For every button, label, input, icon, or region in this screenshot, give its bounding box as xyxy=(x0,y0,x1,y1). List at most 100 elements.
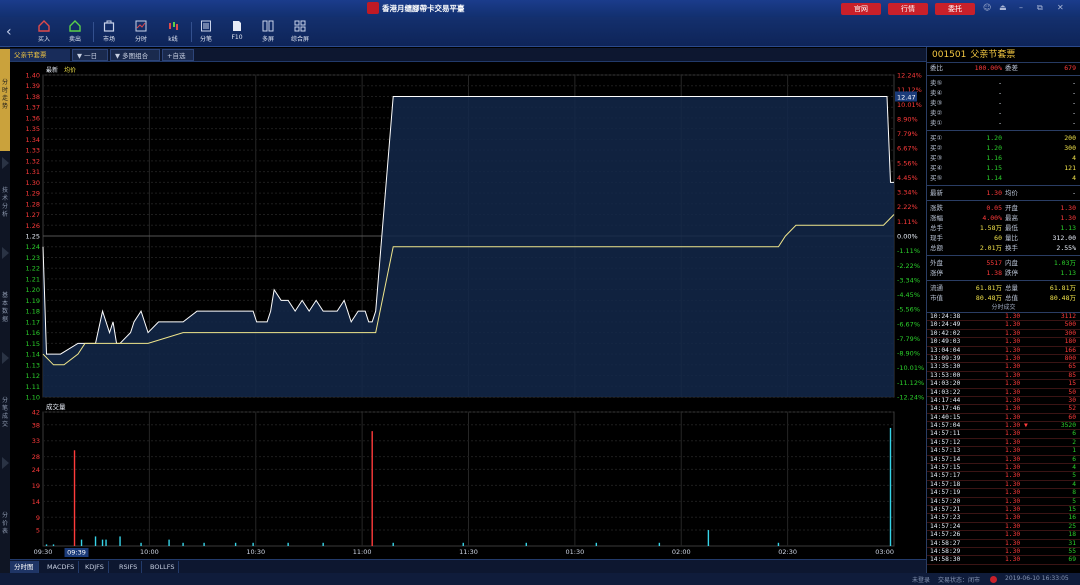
bid-price: 1.20 xyxy=(986,144,1002,152)
volume-bar xyxy=(45,544,48,546)
trade-row: 13:35:30 1.30 65 xyxy=(927,363,1080,372)
tab-timeshare[interactable]: 分时图 xyxy=(10,561,39,573)
trades-header: 分时成交 xyxy=(927,303,1080,313)
login-status: 未登录 xyxy=(912,577,931,584)
restore-icon[interactable]: ⧉ xyxy=(1037,3,1043,13)
volume-bar xyxy=(168,539,170,546)
stat-label: 外盘 xyxy=(930,259,943,267)
toolbar-kline-button[interactable]: k线 xyxy=(160,20,186,46)
trade-price: 1.30 xyxy=(1005,396,1021,404)
tab-boll[interactable]: BOLLFS xyxy=(146,561,180,573)
website-button[interactable]: 官网 xyxy=(841,3,881,15)
stat-value: 61.81万 xyxy=(975,284,1002,292)
trade-volume: 800 xyxy=(1064,354,1076,362)
left-tab-technical[interactable]: 技术分析 xyxy=(0,187,10,227)
toolbar-f10-button[interactable]: F10 xyxy=(224,20,250,46)
ask-label: 卖① xyxy=(930,119,943,127)
trade-price: 1.30 xyxy=(1005,338,1021,346)
stat-value-2: 1.30 xyxy=(1060,204,1076,212)
trade-price: 1.30 xyxy=(1005,363,1021,371)
collapse-arrow-icon[interactable] xyxy=(2,352,9,364)
stat-value-2: 1.13 xyxy=(1060,224,1076,232)
left-tab-ticks[interactable]: 分笔成交 xyxy=(0,397,10,437)
stat-row: 市值 80.48万 总值 80.48万 xyxy=(927,293,1080,303)
toolbar-composite-button[interactable]: 综合屏 xyxy=(287,20,313,46)
minimize-icon[interactable]: – xyxy=(1019,3,1023,12)
toolbar-ticks-button[interactable]: 分笔 xyxy=(193,20,219,46)
status-time: 2019-06-10 16:33:05 xyxy=(1005,575,1069,582)
volume-tick-label: 42 xyxy=(32,409,40,417)
ask-qty: - xyxy=(1072,89,1076,97)
price-tick-label: 1.25 xyxy=(26,233,40,241)
trade-time: 13:04:04 xyxy=(930,346,961,354)
tab-rsi[interactable]: RSIFS xyxy=(115,561,143,573)
trade-volume: 15 xyxy=(1068,380,1076,388)
user-icon[interactable]: ☺ xyxy=(983,3,991,12)
composite-icon xyxy=(294,20,306,32)
volume-tick-label: 14 xyxy=(32,498,40,506)
market-button[interactable]: 行情 xyxy=(888,3,928,15)
pct-tick-label: -6.67% xyxy=(897,320,920,328)
trade-time: 14:58:29 xyxy=(930,547,961,555)
eject-icon[interactable]: ⏏ xyxy=(999,3,1007,12)
price-tick-label: 1.32 xyxy=(26,157,40,165)
ask-price: - xyxy=(998,89,1002,97)
toolbar-market-button[interactable]: 市场 xyxy=(96,20,122,46)
close-icon[interactable]: ✕ xyxy=(1057,3,1064,12)
trades-list[interactable]: 10:24:38 1.30 3112 10:24:49 1.30 500 10:42:02 1… xyxy=(927,313,1080,565)
stat-row: 总额 2.01万 换手 2.55% xyxy=(927,243,1080,253)
trade-volume: 166 xyxy=(1064,346,1076,354)
stat-label: 总手 xyxy=(930,224,943,232)
back-icon[interactable]: ‹ xyxy=(6,24,12,40)
timeshare-chart[interactable]: 1.40 1.39 1.38 1.37 1.36 1.35 1.34 1.33 1.32 1.31… xyxy=(10,62,926,559)
stock-name-tab[interactable]: 父亲节套票 xyxy=(10,49,70,61)
trade-time: 14:57:17 xyxy=(930,472,961,480)
bid-label: 买① xyxy=(930,134,943,142)
toolbar-buy-button[interactable]: 买入 xyxy=(31,20,57,46)
trade-row: 14:58:27 1.30 31 xyxy=(927,540,1080,548)
period-select[interactable]: ▼ 一日 xyxy=(72,49,108,61)
price-tick-label: 1.28 xyxy=(26,200,40,208)
toolbar-timeshare-button[interactable]: 分时 xyxy=(128,20,154,46)
price-tick-label: 1.10 xyxy=(26,394,40,402)
trade-time: 14:57:23 xyxy=(930,514,961,522)
left-tab-timeshare[interactable]: 分时走势 xyxy=(0,49,10,151)
stat-label-2: 总值 xyxy=(1005,294,1018,302)
order-button[interactable]: 委托 xyxy=(935,3,975,15)
bid-qty: 300 xyxy=(1064,144,1076,152)
toolbar-sell-button[interactable]: 卖出 xyxy=(62,20,88,46)
left-tab-fundamental[interactable]: 基本数据 xyxy=(0,292,10,332)
mode-select[interactable]: ▼ 多图组合 xyxy=(110,49,160,61)
trade-volume: 52 xyxy=(1068,405,1076,413)
tab-macd[interactable]: MACDFS xyxy=(43,561,80,573)
toolbar-multiscreen-button[interactable]: 多屏 xyxy=(255,20,281,46)
trade-price: 1.30 xyxy=(1005,556,1021,564)
trade-row: 14:58:29 1.30 55 xyxy=(927,547,1080,557)
trade-price: 1.30 xyxy=(1005,547,1021,555)
price-tick-label: 1.31 xyxy=(26,168,40,176)
collapse-arrow-icon[interactable] xyxy=(2,247,9,259)
trade-row: 14:57:19 1.30 8 xyxy=(927,489,1080,498)
collapse-arrow-icon[interactable] xyxy=(2,457,9,469)
stat-label-2: 开盘 xyxy=(1005,204,1018,212)
price-tick-label: 1.36 xyxy=(26,114,40,122)
ask-book: 卖⑤ - - 卖④ - - 卖③ - - 卖② - - 卖① - - xyxy=(927,78,1080,128)
price-tick-label: 1.16 xyxy=(26,329,40,337)
pct-tick-label: 3.34% xyxy=(897,189,918,197)
stat-row: 总手 1.58万 最低 1.13 xyxy=(927,223,1080,233)
price-tick-label: 1.37 xyxy=(26,104,40,112)
pct-tick-label: 8.90% xyxy=(897,115,918,123)
stat-label: 流通 xyxy=(930,284,943,292)
left-tab-price-table[interactable]: 分价表 xyxy=(0,512,10,552)
tab-kdj[interactable]: KDJFS xyxy=(81,561,109,573)
collapse-arrow-icon[interactable] xyxy=(2,157,9,169)
volume-bar xyxy=(182,542,184,546)
add-favorite-button[interactable]: +自选 xyxy=(162,49,194,61)
trade-time: 14:57:19 xyxy=(930,489,961,497)
volume-bar xyxy=(392,542,394,546)
trade-price: 1.30 xyxy=(1005,455,1021,463)
time-tick-label: 10:30 xyxy=(246,548,265,556)
trade-row: 14:57:23 1.30 16 xyxy=(927,514,1080,523)
volume-bar xyxy=(94,536,97,546)
toolbar-divider xyxy=(191,22,192,42)
